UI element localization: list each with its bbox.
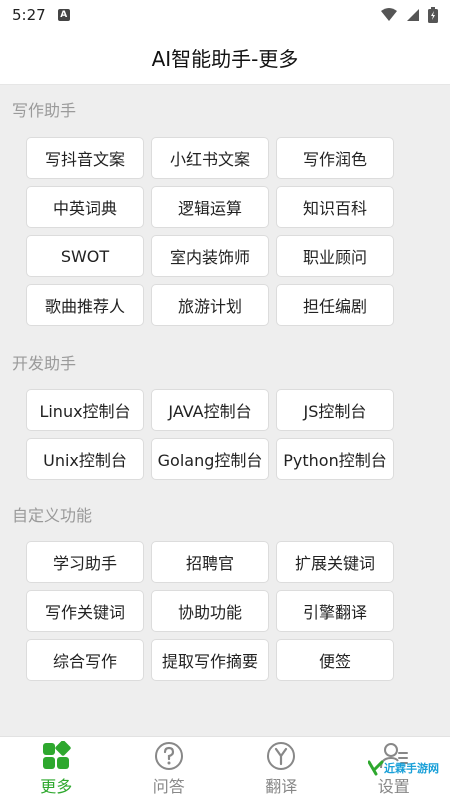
page-title: AI智能助手-更多 xyxy=(151,46,299,71)
feature-button[interactable]: 引擎翻译 xyxy=(276,590,394,632)
feature-button[interactable]: SWOT xyxy=(26,235,144,277)
section-label-dev: 开发助手 xyxy=(12,354,77,373)
status-bar: 5:27 A xyxy=(0,0,450,30)
grid-icon xyxy=(43,741,71,769)
feature-button[interactable]: Unix控制台 xyxy=(26,438,144,480)
feature-button[interactable]: 逻辑运算 xyxy=(151,186,269,228)
feature-button[interactable]: 担任编剧 xyxy=(276,284,394,326)
feature-button[interactable]: 歌曲推荐人 xyxy=(26,284,144,326)
nav-label: 更多 xyxy=(40,777,73,796)
feature-button[interactable]: Golang控制台 xyxy=(151,438,269,480)
watermark-text: 近霖手游网 xyxy=(384,762,439,775)
feature-button[interactable]: 写作关键词 xyxy=(26,590,144,632)
feature-button[interactable]: 小红书文案 xyxy=(151,137,269,179)
status-app-icon: A xyxy=(57,9,70,21)
signal-icon xyxy=(407,9,419,21)
feature-button[interactable]: 写作润色 xyxy=(276,137,394,179)
question-icon xyxy=(154,742,183,770)
nav-item-qa[interactable]: 问答 xyxy=(113,737,226,800)
feature-button[interactable]: 旅游计划 xyxy=(151,284,269,326)
watermark: 近霖手游网 xyxy=(368,760,439,776)
feature-button[interactable]: 写抖音文案 xyxy=(26,137,144,179)
feature-button[interactable]: 知识百科 xyxy=(276,186,394,228)
nav-item-translate[interactable]: 翻译 xyxy=(225,737,338,800)
nav-label: 设置 xyxy=(377,777,410,796)
feature-button[interactable]: JS控制台 xyxy=(276,389,394,431)
watermark-logo-icon xyxy=(368,760,384,776)
feature-button[interactable]: Python控制台 xyxy=(276,438,394,480)
custom-function-grid: 学习助手 招聘官 扩展关键词 写作关键词 协助功能 引擎翻译 综合写作 提取写作… xyxy=(26,541,396,681)
app-bar: AI智能助手-更多 xyxy=(0,30,450,85)
feature-button[interactable]: JAVA控制台 xyxy=(151,389,269,431)
feature-button[interactable]: 招聘官 xyxy=(151,541,269,583)
feature-button[interactable]: 学习助手 xyxy=(26,541,144,583)
feature-button[interactable]: 职业顾问 xyxy=(276,235,394,277)
feature-button[interactable]: 便签 xyxy=(276,639,394,681)
feature-button[interactable]: 室内装饰师 xyxy=(151,235,269,277)
feature-button[interactable]: 提取写作摘要 xyxy=(151,639,269,681)
nav-label: 问答 xyxy=(152,777,185,796)
section-label-custom: 自定义功能 xyxy=(12,506,93,525)
translate-icon xyxy=(267,742,296,770)
dev-assistant-grid: Linux控制台 JAVA控制台 JS控制台 Unix控制台 Golang控制台… xyxy=(26,389,396,480)
feature-button[interactable]: 综合写作 xyxy=(26,639,144,681)
section-label-writing: 写作助手 xyxy=(12,101,77,120)
feature-button[interactable]: 扩展关键词 xyxy=(276,541,394,583)
battery-icon xyxy=(428,7,438,23)
feature-button[interactable]: Linux控制台 xyxy=(26,389,144,431)
nav-label: 翻译 xyxy=(265,777,298,796)
wifi-icon xyxy=(381,8,397,21)
nav-item-more[interactable]: 更多 xyxy=(0,737,113,800)
feature-button[interactable]: 协助功能 xyxy=(151,590,269,632)
status-time: 5:27 xyxy=(12,6,46,24)
writing-assistant-grid: 写抖音文案 小红书文案 写作润色 中英词典 逻辑运算 知识百科 SWOT 室内装… xyxy=(26,137,396,326)
status-indicators xyxy=(380,7,438,23)
feature-button[interactable]: 中英词典 xyxy=(26,186,144,228)
